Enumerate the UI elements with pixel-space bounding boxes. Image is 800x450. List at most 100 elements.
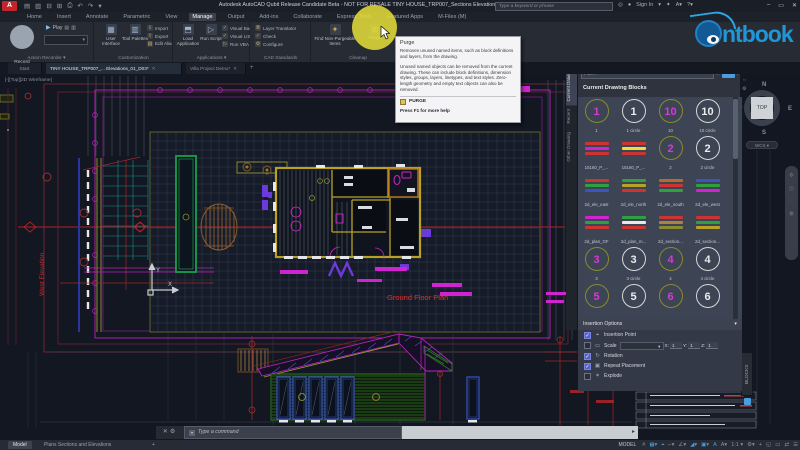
open-icon[interactable]: ▥ (35, 2, 41, 10)
insertion-options-header[interactable]: Insertion Options▾ (578, 319, 742, 330)
status-icon[interactable]: ⚙▾ (747, 442, 755, 448)
viewcube[interactable]: TOP N E S W WCS ▾ (740, 84, 798, 150)
panel-label[interactable]: Cleanup (312, 56, 404, 61)
ribbon-tab[interactable]: Insert (54, 13, 74, 21)
play-button[interactable]: ▶ Play ▤ ▥ (46, 24, 76, 31)
visual-basic-editor-button[interactable]: ✓Visual Basic Editor (222, 25, 250, 31)
block-item[interactable]: 15160_P_... (578, 134, 615, 171)
status-icon[interactable]: ☰ (793, 442, 798, 448)
ribbon-tab[interactable]: Collaborate (290, 13, 325, 21)
palette-properties-icon[interactable]: ⚙ (742, 86, 747, 92)
viewcube-south[interactable]: S (762, 130, 766, 136)
model-space-indicator[interactable]: MODEL (619, 442, 637, 448)
palette-side-tab[interactable]: Other Drawing (566, 128, 577, 166)
zoom-icon[interactable]: ◎ (789, 185, 794, 192)
block-item[interactable]: 2d_plan_GF (578, 208, 615, 245)
steering-wheel-icon[interactable]: ◉ (789, 210, 794, 217)
navigation-bar[interactable]: ✥ ◎ ◌ ◉ (785, 166, 798, 260)
checkbox[interactable]: ✓ (584, 332, 591, 339)
configure-button[interactable]: ⚙Configure (255, 41, 309, 47)
block-item[interactable]: 10 10 circle (689, 97, 726, 134)
layer-translator-button[interactable]: ≣Layer Translator (255, 25, 309, 31)
scrollbar-thumb[interactable] (733, 99, 738, 159)
new-layout-button[interactable]: + (152, 441, 155, 449)
autocad-logo[interactable]: A (2, 1, 17, 11)
ribbon-tab[interactable]: Manage (189, 13, 215, 21)
palette-scrollbar[interactable] (733, 97, 738, 319)
run-script-button[interactable]: ▷ Run Script (200, 24, 222, 41)
block-item[interactable]: 15160_P_... (615, 134, 652, 171)
action-macro-combobox[interactable] (44, 35, 88, 45)
status-icon[interactable]: ◢▾ (690, 442, 697, 448)
block-item[interactable]: 1 1 circle (615, 97, 652, 134)
undo-icon[interactable]: ↶ (77, 2, 82, 10)
block-item[interactable]: 2d_ele_west (689, 171, 726, 208)
status-icon[interactable]: ⌖ (661, 442, 664, 449)
block-item[interactable]: 4 4 (652, 245, 689, 282)
block-item[interactable]: 2d_ele_east (578, 171, 615, 208)
block-item[interactable]: 2 2 (652, 134, 689, 171)
panel-label[interactable]: Action Recorder ▾ (0, 56, 93, 61)
block-item[interactable]: 2d_plan_m... (615, 208, 652, 245)
plot-icon[interactable]: ⎙ (67, 2, 72, 10)
wcs-dropdown[interactable]: WCS ▾ (746, 141, 778, 149)
status-icon[interactable]: + (759, 442, 762, 448)
scale-x-input[interactable]: 1 (670, 342, 682, 349)
viewport-controls-label[interactable]: [-][Top][2D Wireframe] (5, 78, 52, 83)
status-icon[interactable]: ⇄ (784, 442, 789, 448)
user-icon[interactable]: ● (628, 2, 631, 8)
ribbon-tab[interactable]: M-Files (M) (435, 13, 469, 21)
check-button[interactable]: ✓Check (255, 33, 309, 39)
file-tab-villa[interactable]: Villa Project Demo*✕ (186, 63, 246, 74)
palette-autohide-icon[interactable]: ⇔ (742, 77, 747, 83)
command-customize-icon[interactable]: ▾ (189, 430, 195, 436)
blocks-palette-side-tab[interactable]: BLOCKS (741, 352, 753, 396)
checkbox[interactable] (584, 373, 591, 380)
status-icon[interactable]: ▣▾ (701, 442, 709, 448)
ribbon-tab[interactable]: Output (225, 13, 248, 21)
edit-aliases-button[interactable]: ▤Edit Aliases ▾ (147, 41, 172, 47)
block-item[interactable]: 2d_section... (689, 208, 726, 245)
panel-label[interactable]: CAD Standards (251, 56, 310, 61)
layout-tab-plans[interactable]: Plans Sections and Elevations (44, 441, 111, 449)
ribbon-tab[interactable]: Add-ins (256, 13, 281, 21)
status-icon[interactable]: ⌐▾ (668, 442, 674, 448)
status-icon[interactable]: ∠▾ (678, 442, 686, 448)
block-item[interactable]: 2d_ele_south (652, 171, 689, 208)
insertion-option-row[interactable]: ✓ ⌖ Insertion Point (578, 330, 742, 340)
block-item[interactable]: 3 3 (578, 245, 615, 282)
command-bar-tools[interactable]: ✕⚙ (156, 426, 184, 439)
viewcube-top-face[interactable]: TOP (751, 97, 773, 119)
store-icon[interactable]: ✦ (666, 2, 671, 8)
block-item[interactable]: 4 4 circle (689, 245, 726, 282)
insert-pause-icon[interactable]: ▥ (71, 25, 76, 31)
status-icon[interactable]: ▦▾ (649, 442, 657, 448)
block-item[interactable]: 2d_section... (652, 208, 689, 245)
import-button[interactable]: ⇩Import (147, 25, 172, 31)
block-item[interactable]: 3 3 circle (615, 245, 652, 282)
checkbox[interactable]: ✓ (584, 353, 591, 360)
status-icon[interactable]: ◱ (766, 442, 771, 448)
file-tab-tiny-house[interactable]: TINY HOUSE_TRP007_... Elevations_01_D03*… (46, 63, 182, 74)
scale-dropdown[interactable] (620, 342, 664, 350)
ribbon-tab[interactable]: Annotate (83, 13, 111, 21)
search-icon[interactable]: ◎ (618, 2, 623, 8)
checkbox[interactable]: ✓ (584, 363, 591, 370)
block-item[interactable]: 2 2 circle (689, 134, 726, 171)
close-tab-icon[interactable]: ✕ (233, 66, 237, 71)
visual-lisp-editor-button[interactable]: ✓Visual LISP Editor (222, 33, 250, 39)
sign-in-link[interactable]: Sign In (636, 2, 653, 8)
block-item[interactable]: 6 (689, 282, 726, 319)
restore-button[interactable]: ▭ (778, 2, 784, 9)
insertion-option-row[interactable]: ▭ Scale X:1 Y:1 Z:1 (578, 340, 742, 351)
collapse-icon[interactable]: ▾ (734, 319, 737, 330)
run-vba-macro-button[interactable]: ▷Run VBA Macro (222, 41, 250, 47)
new-drawing-tab-button[interactable]: + (250, 63, 254, 74)
model-layout-tab[interactable]: Model (8, 441, 32, 449)
insert-message-icon[interactable]: ▤ (64, 25, 69, 31)
block-item[interactable]: 5 (578, 282, 615, 319)
orbit-icon[interactable]: ◌ (790, 198, 794, 204)
help-search-input[interactable]: Type a keyword or phrase (495, 2, 613, 11)
ribbon-tab[interactable]: View (162, 13, 180, 21)
scale-y-input[interactable]: 1 (688, 342, 700, 349)
